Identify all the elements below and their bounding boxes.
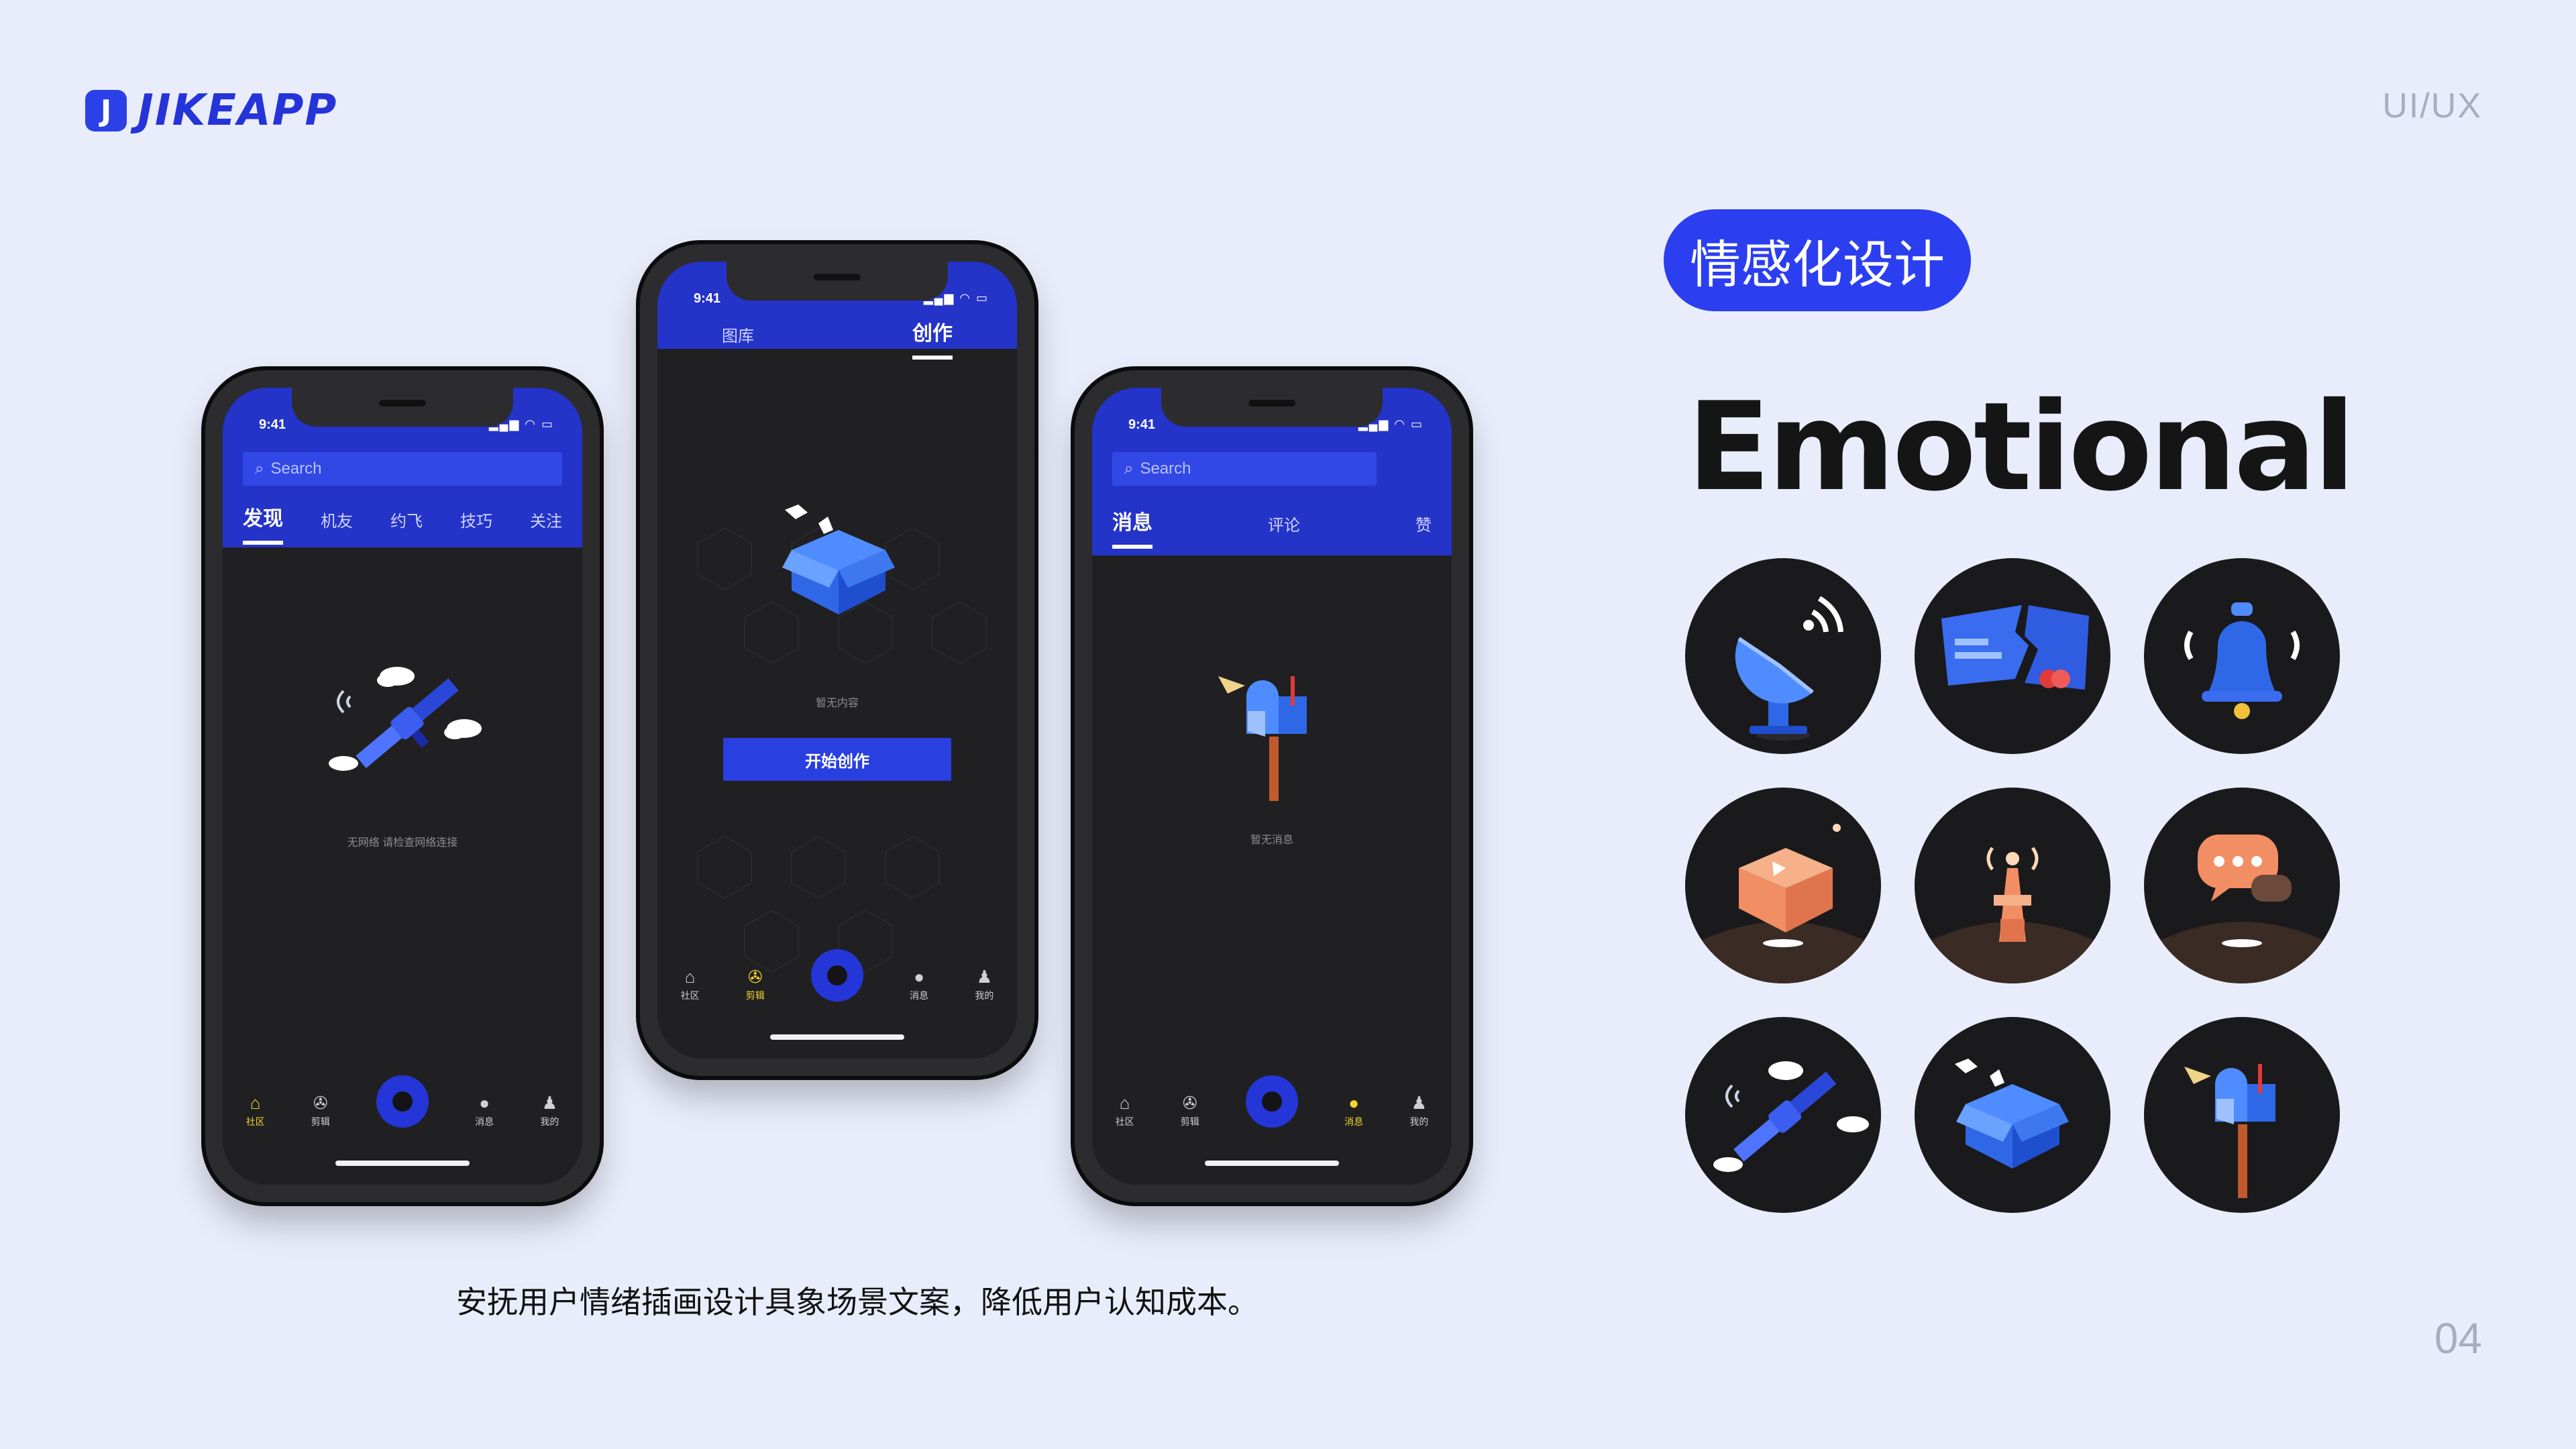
tabbar-messages[interactable]: ● 消息 (475, 1093, 494, 1128)
bottom-tab-bar: ⌂ 社区 ✇ 剪辑 ● 消息 ♟ 我的 (657, 949, 1017, 1016)
phone-mockup-create: 9:41 ▂▄▆ ◠ ▭ 图库 创作 暂无内容 开始创作 ⌂ 社区 ✇ 剪辑 ●… (640, 244, 1034, 1076)
tabbar-edit[interactable]: ✇ 剪辑 (746, 967, 765, 1002)
headline: Emotional (1687, 376, 2355, 518)
chat-icon: ● (1348, 1093, 1360, 1113)
tabbar-edit[interactable]: ✇ 剪辑 (1181, 1093, 1199, 1128)
top-tabs: 发现 机友 约飞 技巧 关注 (243, 502, 562, 545)
film-reel-icon: ✇ (747, 967, 763, 987)
home-indicator (770, 1034, 904, 1040)
status-time: 9:41 (1128, 417, 1156, 432)
empty-state-text: 暂无消息 (1250, 835, 1293, 846)
chat-icon: ● (914, 967, 925, 987)
home-icon: ⌂ (684, 967, 696, 987)
tab-messages[interactable]: 消息 (1112, 506, 1152, 549)
tabbar-community[interactable]: ⌂ 社区 (1116, 1093, 1134, 1128)
search-placeholder: Search (1140, 460, 1191, 478)
search-icon: ⌕ (255, 460, 264, 478)
bottom-tab-bar: ⌂ 社区 ✇ 剪辑 ● 消息 ♟ 我的 (1092, 1075, 1452, 1142)
phone-mockup-discover: 9:41 ▂▄▆ ◠ ▭ ⌕ Search 发现 机友 约飞 技巧 关注 无网络… (205, 370, 600, 1202)
empty-state-text: 无网络 请检查网络连接 (347, 837, 458, 849)
home-icon: ⌂ (250, 1093, 261, 1113)
signal-tower-icon (1915, 788, 2110, 983)
center-action-button[interactable] (1245, 1075, 1298, 1128)
phone-screen: 9:41 ▂▄▆ ◠ ▭ ⌕ Search 消息 评论 赞 暂无消息 ⌂ 社区 ✇… (1092, 388, 1452, 1185)
center-action-button[interactable] (376, 1075, 429, 1128)
home-icon: ⌂ (1119, 1093, 1130, 1113)
empty-box-illustration (782, 504, 895, 614)
satellite-icon (1685, 1017, 1881, 1213)
broken-card-icon (1915, 558, 2110, 754)
film-reel-icon: ✇ (313, 1093, 328, 1113)
emotional-design-pill: 情感化设计 (1664, 209, 1971, 311)
mailbox-icon (2144, 1017, 2340, 1213)
phone-screen: 9:41 ▂▄▆ ◠ ▭ ⌕ Search 发现 机友 约飞 技巧 关注 无网络… (223, 388, 582, 1185)
phone-notch (727, 262, 948, 301)
user-icon: ♟ (1411, 1093, 1427, 1113)
home-indicator (1205, 1161, 1339, 1166)
search-input[interactable]: ⌕ Search (243, 452, 562, 486)
phone-notch (1161, 388, 1383, 427)
film-reel-icon: ✇ (1182, 1093, 1197, 1113)
logo-mark: J (85, 90, 127, 131)
tabbar-edit[interactable]: ✇ 剪辑 (311, 1093, 330, 1128)
phone-notch (292, 388, 513, 427)
tabbar-messages[interactable]: ● 消息 (1344, 1093, 1363, 1128)
top-tabs: 图库 创作 (722, 317, 953, 360)
tab-tips[interactable]: 技巧 (460, 508, 492, 531)
tab-likes[interactable]: 赞 (1415, 512, 1432, 535)
status-time: 9:41 (694, 291, 721, 306)
bottom-tab-bar: ⌂ 社区 ✇ 剪辑 ● 消息 ♟ 我的 (223, 1075, 582, 1142)
brand-logo: J JIKEAPP (85, 86, 337, 136)
chat-bubble-scene-icon (2144, 788, 2340, 983)
status-time: 9:41 (259, 417, 286, 432)
home-indicator (335, 1161, 470, 1166)
bell-icon (2144, 558, 2340, 754)
tab-following[interactable]: 关注 (530, 508, 562, 531)
open-box-scene-icon (1685, 788, 1881, 983)
tab-meetups[interactable]: 约飞 (390, 508, 423, 531)
tabbar-profile[interactable]: ♟ 我的 (540, 1093, 559, 1128)
tab-discover[interactable]: 发现 (243, 502, 283, 545)
section-tag: UI/UX (2382, 87, 2482, 125)
tabbar-messages[interactable]: ● 消息 (910, 967, 928, 1002)
tabbar-profile[interactable]: ♟ 我的 (1409, 1093, 1428, 1128)
tabbar-profile[interactable]: ♟ 我的 (975, 967, 994, 1002)
tabbar-community[interactable]: ⌂ 社区 (246, 1093, 265, 1128)
search-icon: ⌕ (1124, 460, 1134, 478)
search-input[interactable]: ⌕ Search (1112, 452, 1377, 486)
search-placeholder: Search (270, 460, 322, 478)
empty-state-text: 暂无内容 (815, 698, 859, 709)
caption-text: 安抚用户情绪插画设计具象场景文案，降低用户认知成本。 (456, 1285, 1258, 1320)
satellite-dish-icon (1685, 558, 1881, 754)
mailbox-illustration (1218, 676, 1307, 801)
tab-comments[interactable]: 评论 (1268, 512, 1300, 535)
page-number: 04 (2434, 1314, 2482, 1362)
center-action-button[interactable] (810, 949, 863, 1002)
tabbar-community[interactable]: ⌂ 社区 (681, 967, 700, 1002)
open-box-icon (1915, 1017, 2110, 1213)
tab-friends[interactable]: 机友 (321, 508, 353, 531)
top-tabs: 消息 评论 赞 (1112, 506, 1432, 549)
tab-create[interactable]: 创作 (912, 317, 953, 360)
user-icon: ♟ (541, 1093, 557, 1113)
tab-gallery[interactable]: 图库 (722, 323, 754, 346)
phone-screen: 9:41 ▂▄▆ ◠ ▭ 图库 创作 暂无内容 开始创作 ⌂ 社区 ✇ 剪辑 ●… (657, 262, 1017, 1059)
start-creating-button[interactable]: 开始创作 (723, 738, 951, 781)
user-icon: ♟ (976, 967, 992, 987)
chat-icon: ● (479, 1093, 490, 1113)
logo-wordmark: JIKEAPP (138, 86, 338, 136)
phone-mockup-messages: 9:41 ▂▄▆ ◠ ▭ ⌕ Search 消息 评论 赞 暂无消息 ⌂ 社区 ✇… (1075, 370, 1469, 1202)
satellite-illustration (329, 667, 482, 771)
icon-grid (1685, 558, 2356, 1229)
